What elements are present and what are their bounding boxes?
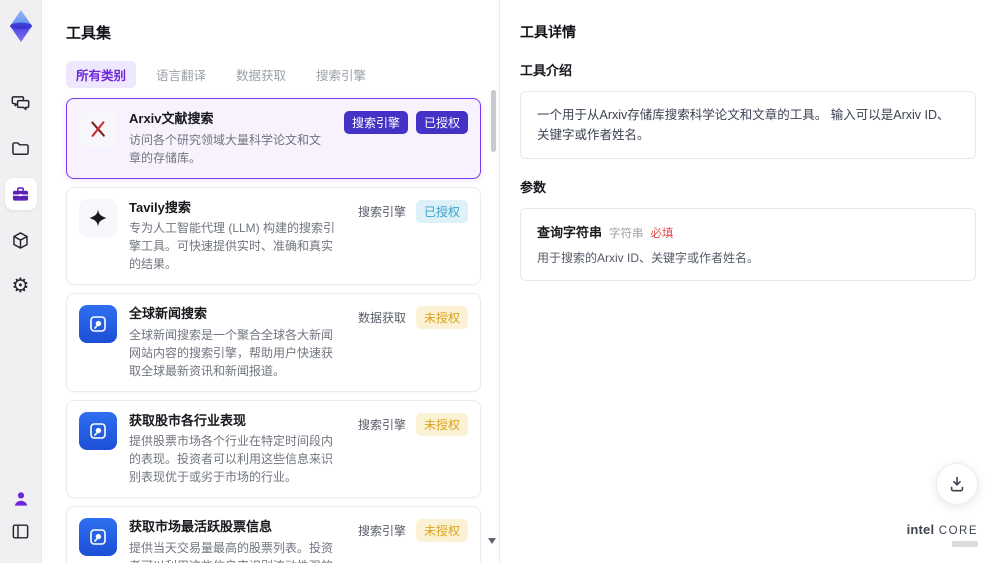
status-badge: 已授权	[415, 199, 468, 223]
tool-desc: 访问各个研究领域大量科学论文和文章的存储库。	[129, 132, 322, 165]
tool-card-tavily[interactable]: Tavily搜索 专为人工智能代理 (LLM) 构建的搜索引擎工具。可快速提供实…	[66, 186, 481, 286]
sidebar-item-collapse[interactable]	[5, 515, 37, 547]
param-header: 查询字符串 字符串 必填	[537, 222, 959, 241]
search-app-icon	[90, 422, 106, 439]
tab-data-fetching[interactable]: 数据获取	[226, 61, 296, 88]
panel-toggle-icon	[12, 523, 29, 539]
tool-name: Tavily搜索	[129, 199, 191, 215]
tab-search-engine[interactable]: 搜索引擎	[306, 61, 376, 88]
category-badge: 搜索引擎	[357, 417, 406, 432]
param-type: 字符串	[609, 228, 644, 240]
param-desc: 用于搜索的Arxiv ID、关键字或作者姓名。	[537, 251, 760, 265]
tool-card-most-active-stocks[interactable]: 获取市场最活跃股票信息 提供当天交易量最高的股票列表。投资者可以利用这些信息来识…	[66, 506, 481, 563]
tool-card-global-news[interactable]: 全球新闻搜索 全球新闻搜索是一个聚合全球各大新闻网站内容的搜索引擎，帮助用户快速…	[66, 293, 481, 392]
page-title: 工具集	[66, 25, 112, 42]
scrollbar-thumb[interactable]	[491, 90, 496, 152]
tool-icon-tile	[79, 110, 117, 148]
detail-title: 工具详情	[520, 24, 576, 40]
tool-text: Arxiv文献搜索 访问各个研究领域大量科学论文和文章的存储库。	[129, 110, 332, 167]
tool-list-panel: 工具集 所有类别 语言翻译 数据获取 搜索引擎 Arxiv文献搜索 访问各个研究…	[42, 0, 500, 563]
status-badge: 未授权	[415, 412, 468, 436]
tool-desc: 全球新闻搜索是一个聚合全球各大新闻网站内容的搜索引擎，帮助用户快速获取全球最新资…	[129, 327, 334, 378]
tool-text: 全球新闻搜索 全球新闻搜索是一个聚合全球各大新闻网站内容的搜索引擎，帮助用户快速…	[129, 305, 344, 380]
sidebar-item-files[interactable]	[5, 132, 37, 164]
app-logo-icon	[9, 10, 32, 42]
params-heading: 参数	[520, 180, 547, 195]
tool-icon-tile	[79, 305, 117, 344]
tab-all-categories[interactable]: 所有类别	[66, 61, 137, 88]
tool-text: Tavily搜索 专为人工智能代理 (LLM) 构建的搜索引擎工具。可快速提供实…	[129, 199, 344, 274]
tool-text: 获取股市各行业表现 提供股票市场各个行业在特定时间段内的表现。投资者可以利用这些…	[129, 412, 344, 487]
category-badge: 搜索引擎	[357, 204, 406, 219]
arxiv-logo-icon	[91, 121, 105, 137]
status-badge: 未授权	[415, 306, 468, 330]
status-badge: 已授权	[415, 111, 468, 134]
brand-core-text: core	[938, 525, 978, 537]
param-box: 查询字符串 字符串 必填 用于搜索的Arxiv ID、关键字或作者姓名。	[520, 208, 976, 281]
tool-name: 获取市场最活跃股票信息	[129, 519, 273, 535]
tool-tags: 数据获取 未授权	[356, 306, 468, 330]
cube-icon	[13, 231, 28, 249]
tool-text: 获取市场最活跃股票信息 提供当天交易量最高的股票列表。投资者可以利用这些信息来识…	[129, 518, 344, 563]
toolbox-icon	[12, 186, 29, 201]
status-badge: 未授权	[415, 519, 468, 543]
tavily-star-icon	[89, 209, 107, 226]
brand-sub-mark	[952, 541, 978, 547]
intel-core-logo: intel core	[907, 521, 978, 547]
folder-icon	[12, 141, 29, 155]
download-icon	[950, 476, 964, 492]
intro-box: 一个用于从Arxiv存储库搜索科学论文和文章的工具。 输入可以是Arxiv ID…	[520, 91, 976, 159]
tool-tags: 搜索引擎 已授权	[356, 199, 468, 223]
sidebar-item-chat[interactable]	[5, 86, 37, 118]
tool-tags: 搜索引擎 已授权	[343, 111, 468, 134]
tool-desc: 专为人工智能代理 (LLM) 构建的搜索引擎工具。可快速提供实时、准确和真实的结…	[129, 221, 336, 272]
search-app-icon	[90, 529, 106, 545]
tool-tags: 搜索引擎 未授权	[356, 519, 468, 543]
tool-name: 全球新闻搜索	[129, 306, 208, 322]
category-badge: 数据获取	[357, 311, 406, 326]
search-app-icon	[90, 316, 106, 332]
download-button[interactable]	[936, 463, 978, 505]
tool-name: 获取股市各行业表现	[129, 412, 247, 428]
tool-list: Arxiv文献搜索 访问各个研究领域大量科学论文和文章的存储库。 搜索引擎 已授…	[66, 98, 481, 563]
tool-icon-tile	[79, 518, 117, 557]
user-icon	[14, 492, 27, 506]
brand-intel-text: intel	[906, 522, 935, 537]
param-name: 查询字符串	[537, 225, 603, 240]
tool-detail-panel: 工具详情 工具介绍 一个用于从Arxiv存储库搜索科学论文和文章的工具。 输入可…	[500, 0, 1000, 563]
intro-text: 一个用于从Arxiv存储库搜索科学论文和文章的工具。 输入可以是Arxiv ID…	[537, 108, 950, 142]
category-badge: 搜索引擎	[343, 111, 408, 134]
tool-desc: 提供当天交易量最高的股票列表。投资者可以利用这些信息来识别流动性强的股票和潜在的…	[129, 540, 334, 563]
tool-card-arxiv[interactable]: Arxiv文献搜索 访问各个研究领域大量科学论文和文章的存储库。 搜索引擎 已授…	[66, 98, 481, 179]
sidebar-item-settings[interactable]: ⚙	[5, 270, 37, 302]
tool-desc: 提供股票市场各个行业在特定时间段内的表现。投资者可以利用这些信息来识别表现优于或…	[129, 434, 334, 485]
app-window: ⚙ 工具集 所有类别 语言翻译 数据获取 搜索引擎 Arxiv文献搜索 访问各个…	[0, 0, 1000, 563]
nav-rail: ⚙	[0, 0, 42, 563]
scrollbar-down-arrow[interactable]	[488, 538, 496, 544]
tool-tags: 搜索引擎 未授权	[356, 412, 468, 436]
tool-icon-tile	[79, 198, 117, 237]
tool-name: Arxiv文献搜索	[129, 111, 214, 126]
tool-icon-tile	[79, 411, 117, 450]
tool-card-sector-performance[interactable]: 获取股市各行业表现 提供股票市场各个行业在特定时间段内的表现。投资者可以利用这些…	[66, 399, 481, 499]
intro-heading: 工具介绍	[520, 63, 573, 78]
category-tabs: 所有类别 语言翻译 数据获取 搜索引擎	[66, 61, 481, 88]
gear-icon: ⚙	[11, 275, 30, 297]
sidebar-item-account[interactable]	[5, 483, 37, 515]
chat-icon	[11, 95, 30, 110]
tab-language-translation[interactable]: 语言翻译	[146, 61, 216, 88]
category-badge: 搜索引擎	[357, 524, 406, 539]
param-required-badge: 必填	[650, 228, 674, 240]
sidebar-item-models[interactable]	[5, 224, 37, 256]
sidebar-item-tools[interactable]	[4, 178, 37, 210]
